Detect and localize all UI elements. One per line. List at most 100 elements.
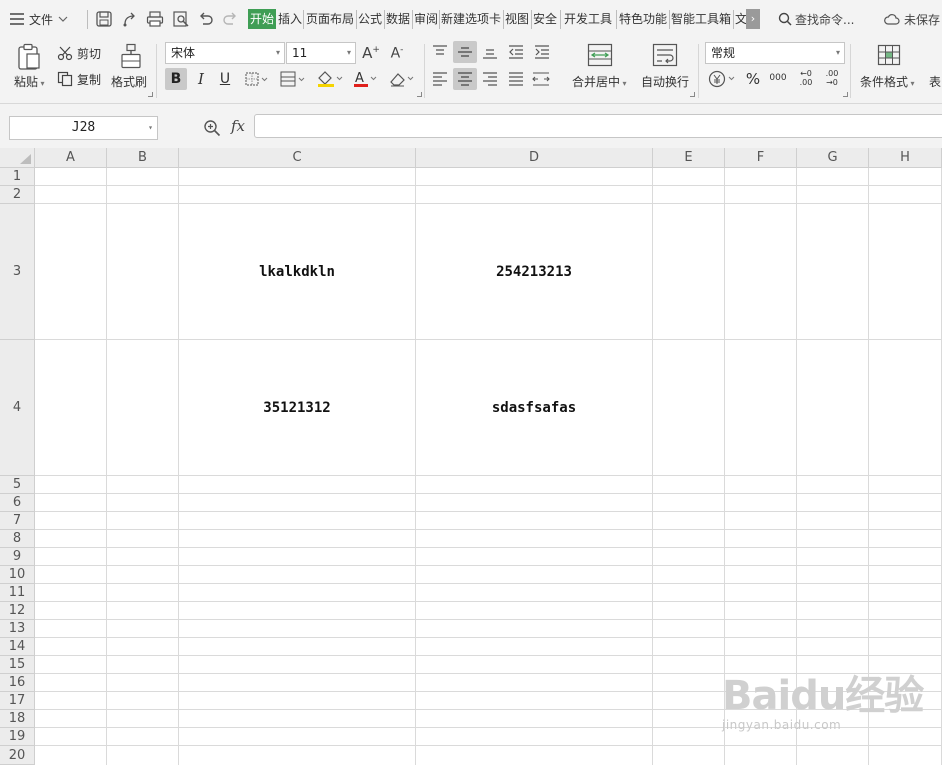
row-header-12[interactable]: 12 (0, 602, 35, 620)
select-all-corner[interactable] (0, 148, 35, 168)
row-header-10[interactable]: 10 (0, 566, 35, 584)
align-right-button[interactable] (480, 69, 500, 89)
tab-page-layout[interactable]: 页面布局 (306, 9, 354, 29)
align-left-button[interactable] (430, 69, 450, 89)
row-header-18[interactable]: 18 (0, 710, 35, 728)
name-box[interactable]: J28 ▾ (9, 116, 158, 140)
row-header-3[interactable]: 3 (0, 204, 35, 340)
zoom-icon[interactable] (203, 119, 221, 137)
row-header-20[interactable]: 20 (0, 746, 35, 765)
spreadsheet-grid[interactable]: A B C D E F G H 1 2 3 4 5 6 7 8 9 10 11 … (0, 148, 942, 765)
conditional-format-label[interactable]: 条件格式 ▾ (860, 73, 915, 90)
row-header-11[interactable]: 11 (0, 584, 35, 602)
number-format-select[interactable]: 常规 ▾ (705, 42, 845, 64)
row-header-16[interactable]: 16 (0, 674, 35, 692)
undo-icon[interactable] (197, 10, 215, 28)
row-header-7[interactable]: 7 (0, 512, 35, 530)
column-header-f[interactable]: F (725, 148, 797, 168)
alignment-dialog-launcher[interactable] (690, 92, 695, 97)
underline-button[interactable]: U (215, 68, 235, 90)
cell-c3[interactable]: lkalkdkln (179, 204, 415, 339)
currency-button[interactable] (707, 68, 737, 90)
decrease-decimal-button[interactable]: .00 →0 (820, 66, 844, 90)
insert-function-button[interactable]: fx (231, 117, 245, 135)
thousands-separator-button[interactable]: 000 (767, 66, 789, 90)
column-header-a[interactable]: A (35, 148, 107, 168)
format-painter-label[interactable]: 格式刷 (111, 73, 147, 90)
row-header-15[interactable]: 15 (0, 656, 35, 674)
increase-font-size-button[interactable]: A+ (361, 43, 381, 63)
borders-button[interactable] (244, 68, 270, 90)
column-header-h[interactable]: H (869, 148, 942, 168)
decrease-font-size-button[interactable]: A- (387, 43, 407, 63)
tab-data[interactable]: 数据 (386, 9, 410, 29)
share-icon[interactable] (121, 10, 139, 28)
row-header-5[interactable]: 5 (0, 476, 35, 494)
print-icon[interactable] (146, 10, 164, 28)
cell-d4[interactable]: sdasfsafas (416, 340, 652, 475)
merge-center-label[interactable]: 合并居中 ▾ (572, 73, 627, 90)
copy-button[interactable]: 复制 (57, 70, 101, 88)
percent-button[interactable]: % (743, 68, 763, 90)
font-size-select[interactable]: 11 ▾ (286, 42, 356, 64)
cell-d3[interactable]: 254213213 (416, 204, 652, 339)
row-header-14[interactable]: 14 (0, 638, 35, 656)
wrap-text-button[interactable] (651, 42, 679, 68)
paste-label[interactable]: 粘贴 ▾ (14, 73, 45, 90)
conditional-format-button[interactable] (875, 42, 903, 68)
bold-button[interactable]: B (165, 68, 187, 90)
tab-view[interactable]: 视图 (505, 9, 529, 29)
cut-button[interactable]: 剪切 (57, 44, 101, 62)
column-header-e[interactable]: E (653, 148, 725, 168)
font-name-select[interactable]: 宋体 ▾ (165, 42, 285, 64)
clear-format-button[interactable] (387, 68, 417, 90)
unsaved-status[interactable]: 未保存 (884, 0, 940, 38)
merge-center-button[interactable] (586, 42, 614, 68)
tab-insert[interactable]: 插入 (278, 9, 302, 29)
increase-indent-button[interactable] (532, 42, 552, 62)
align-top-button[interactable] (430, 42, 450, 62)
row-header-19[interactable]: 19 (0, 728, 35, 746)
wrap-text-label[interactable]: 自动换行 (641, 73, 689, 90)
row-header-9[interactable]: 9 (0, 548, 35, 566)
save-icon[interactable] (95, 10, 113, 28)
cell-style-button[interactable] (279, 68, 307, 90)
tab-special-features[interactable]: 特色功能 (619, 9, 667, 29)
column-header-g[interactable]: G (797, 148, 869, 168)
row-header-2[interactable]: 2 (0, 186, 35, 204)
align-middle-button[interactable] (453, 41, 477, 63)
paste-button[interactable] (14, 42, 44, 72)
align-bottom-button[interactable] (480, 42, 500, 62)
row-header-6[interactable]: 6 (0, 494, 35, 512)
print-preview-icon[interactable] (172, 10, 190, 28)
justify-button[interactable] (506, 69, 526, 89)
row-header-17[interactable]: 17 (0, 692, 35, 710)
tab-new-tab[interactable]: 新建选项卡 (441, 9, 501, 29)
number-dialog-launcher[interactable] (843, 92, 848, 97)
formula-input[interactable] (254, 114, 942, 138)
distributed-align-button[interactable] (530, 69, 552, 89)
decrease-indent-button[interactable] (506, 42, 526, 62)
tab-review[interactable]: 审阅 (414, 9, 438, 29)
table-style-label[interactable]: 表 (929, 73, 941, 90)
italic-button[interactable]: I (191, 68, 211, 90)
tab-smart-toolbox[interactable]: 智能工具箱 (671, 9, 731, 29)
tab-developer[interactable]: 开发工具 (564, 9, 612, 29)
file-menu[interactable]: 文件 (10, 0, 68, 38)
column-header-b[interactable]: B (107, 148, 179, 168)
column-header-c[interactable]: C (179, 148, 416, 168)
row-header-8[interactable]: 8 (0, 530, 35, 548)
redo-icon[interactable] (221, 10, 239, 28)
increase-decimal-button[interactable]: ←0 .00 (794, 66, 818, 90)
font-dialog-launcher[interactable] (417, 92, 422, 97)
clipboard-dialog-launcher[interactable] (148, 92, 153, 97)
cell-c4[interactable]: 35121312 (179, 340, 415, 475)
column-header-d[interactable]: D (416, 148, 653, 168)
tab-security[interactable]: 安全 (533, 9, 557, 29)
tab-formulas[interactable]: 公式 (358, 9, 382, 29)
tabs-scroll-right-button[interactable]: › (746, 9, 760, 29)
row-header-13[interactable]: 13 (0, 620, 35, 638)
search-command[interactable]: 查找命令... (778, 0, 854, 38)
row-header-4[interactable]: 4 (0, 340, 35, 476)
format-painter-button[interactable] (118, 42, 144, 70)
